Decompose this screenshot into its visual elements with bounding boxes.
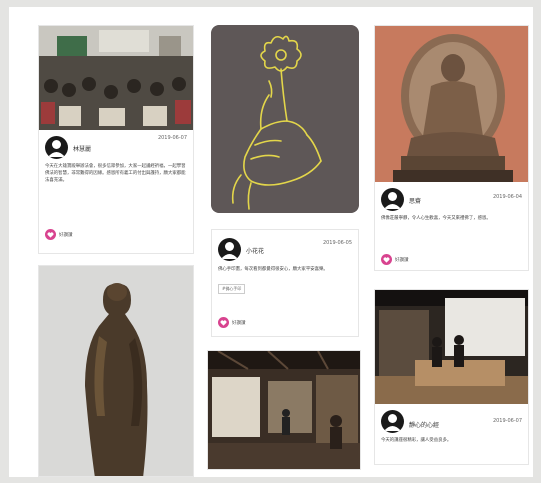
- standing-buddha-photo: [39, 266, 193, 476]
- post-card[interactable]: [207, 350, 361, 470]
- post-card[interactable]: 林慧麗 2019-06-07 今天在大雄寶殿舉辦法會，很多信眾參加，大家一起誦經…: [38, 25, 194, 254]
- like-label: 好讚讚: [395, 257, 409, 263]
- post-card[interactable]: 靜心的心經 2019-06-07 今天的講座很精彩，讓人受益良多。: [374, 289, 529, 465]
- post-date: 2019-06-04: [492, 194, 522, 200]
- like-button[interactable]: 好讚讚: [218, 317, 246, 328]
- heart-icon: [381, 254, 392, 265]
- post-username[interactable]: 思齋: [409, 196, 421, 205]
- hall-interior-photo: [208, 351, 360, 469]
- like-label: 好讚讚: [59, 232, 73, 238]
- heart-icon: [45, 229, 56, 240]
- post-text: 今天在大雄寶殿舉辦法會，很多信眾參加，大家一起誦經祈福，一起學習佛法的智慧，非常…: [45, 164, 186, 183]
- user-avatar-icon[interactable]: [381, 188, 404, 211]
- like-label: 好讚讚: [232, 320, 246, 326]
- heart-icon: [218, 317, 229, 328]
- post-text: 佛像莊嚴寧靜，令人心生歡喜，今天又來禮佛了，感恩。: [381, 216, 491, 221]
- like-button[interactable]: 好讚讚: [45, 229, 73, 240]
- photo-wall: 林慧麗 2019-06-07 今天在大雄寶殿舉辦法會，很多信眾參加，大家一起誦經…: [9, 7, 533, 477]
- post-date: 2019-06-07: [157, 135, 187, 141]
- post-card[interactable]: 思齋 2019-06-04 佛像莊嚴寧靜，令人心生歡喜，今天又來禮佛了，感恩。 …: [374, 25, 529, 271]
- lecture-hall-photo: [39, 26, 193, 130]
- post-card[interactable]: [211, 25, 359, 213]
- presentation-photo: [375, 290, 528, 404]
- post-card[interactable]: 小花花 2019-06-05 佛心手印畫，每次看到都覺得很安心，願大家平安喜樂。…: [211, 229, 359, 337]
- post-date: 2019-06-07: [492, 418, 522, 424]
- post-card[interactable]: [38, 265, 194, 477]
- post-text: 今天的講座很精彩，讓人受益良多。: [381, 438, 452, 443]
- seated-buddha-photo: [375, 26, 528, 182]
- post-username[interactable]: 林慧麗: [73, 144, 91, 153]
- post-date: 2019-06-05: [322, 240, 352, 246]
- hand-lotus-illustration: [211, 25, 359, 213]
- post-username[interactable]: 靜心的心經: [409, 420, 439, 429]
- post-text: 佛心手印畫，每次看到都覺得很安心，願大家平安喜樂。: [218, 267, 328, 272]
- user-avatar-icon[interactable]: [218, 238, 241, 261]
- like-button[interactable]: 好讚讚: [381, 254, 409, 265]
- post-tag[interactable]: #佛心手印: [218, 284, 246, 294]
- post-username[interactable]: 小花花: [246, 246, 264, 255]
- user-avatar-icon[interactable]: [45, 136, 68, 159]
- user-avatar-icon[interactable]: [381, 410, 404, 433]
